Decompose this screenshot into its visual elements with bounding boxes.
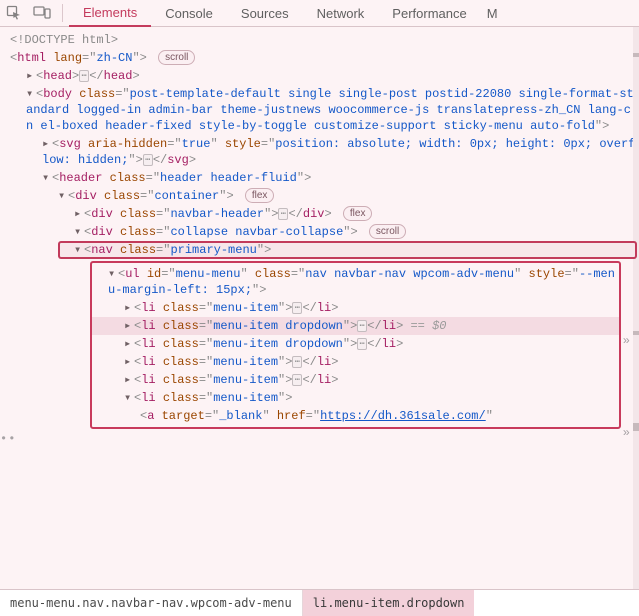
html-open-node[interactable]: <html lang="zh-CN"> scroll xyxy=(2,49,637,67)
nav-open-node[interactable]: ▾<nav class="primary-menu"> xyxy=(58,241,637,259)
ellipsis-icon[interactable]: ⋯ xyxy=(278,208,288,220)
collapse-arrow[interactable]: ▾ xyxy=(74,224,84,240)
collapse-arrow[interactable]: ▾ xyxy=(58,188,68,204)
toolbar-separator xyxy=(62,4,63,22)
expand-arrow[interactable]: ▸ xyxy=(124,354,134,370)
expand-arrow[interactable]: ▸ xyxy=(124,372,134,388)
scrollbar-overview[interactable] xyxy=(633,27,639,589)
anchor-node[interactable]: <a target="_blank" href="https://dh.361s… xyxy=(92,407,619,425)
ellipsis-icon[interactable]: ⋯ xyxy=(357,320,367,332)
expand-arrow[interactable]: ▸ xyxy=(124,300,134,316)
collapse-arrow[interactable]: ▾ xyxy=(124,390,134,406)
ellipsis-icon[interactable]: ⋯ xyxy=(292,374,302,386)
collapse-arrow[interactable]: ▾ xyxy=(108,266,118,282)
left-gutter-ellipsis: •• xyxy=(0,431,16,447)
tab-console[interactable]: Console xyxy=(151,0,227,27)
collapse-arrow[interactable]: ▾ xyxy=(42,170,52,186)
li-open-expanded-node[interactable]: ▾<li class="menu-item"> xyxy=(92,389,619,407)
tab-elements[interactable]: Elements xyxy=(69,0,151,27)
device-toggle-icon[interactable] xyxy=(28,0,56,27)
svg-node[interactable]: ▸<svg aria-hidden="true" style="position… xyxy=(2,135,637,169)
dom-tree[interactable]: <!DOCTYPE html> <html lang="zh-CN"> scro… xyxy=(0,27,639,437)
expand-arrow[interactable]: ▸ xyxy=(124,336,134,352)
breadcrumb-item[interactable]: menu-menu.nav.navbar-nav.wpcom-adv-menu xyxy=(0,590,302,616)
expand-arrow[interactable]: ▸ xyxy=(42,136,52,152)
ellipsis-icon[interactable]: ⋯ xyxy=(143,154,153,166)
elements-tree-panel: » » •• <!DOCTYPE html> <html lang="zh-CN… xyxy=(0,27,639,589)
header-open-node[interactable]: ▾<header class="header header-fluid"> xyxy=(2,169,637,187)
collapse-open-node[interactable]: ▾<div class="collapse navbar-collapse"> … xyxy=(2,223,637,241)
devtools-tabs: Elements Console Sources Network Perform… xyxy=(69,0,504,27)
ellipsis-icon[interactable]: ⋯ xyxy=(292,302,302,314)
highlighted-subtree: ▾<ul id="menu-menu" class="nav navbar-na… xyxy=(90,261,621,429)
gutter-marker: » xyxy=(623,333,630,349)
tab-network[interactable]: Network xyxy=(303,0,379,27)
ul-open-node[interactable]: ▾<ul id="menu-menu" class="nav navbar-na… xyxy=(92,265,619,299)
expand-arrow[interactable]: ▸ xyxy=(26,68,36,84)
inspect-icon[interactable] xyxy=(0,0,28,27)
expand-arrow[interactable]: ▸ xyxy=(124,318,134,334)
tab-more-cut[interactable]: M xyxy=(481,0,504,27)
expand-arrow[interactable]: ▸ xyxy=(74,206,84,222)
li-node[interactable]: ▸<li class="menu-item">⋯</li> xyxy=(92,371,619,389)
breadcrumb-item-selected[interactable]: li.menu-item.dropdown xyxy=(303,590,475,616)
scroll-badge[interactable]: scroll xyxy=(369,224,406,239)
ellipsis-icon[interactable]: ⋯ xyxy=(357,338,367,350)
flex-badge[interactable]: flex xyxy=(343,206,373,221)
li-node[interactable]: ▸<li class="menu-item">⋯</li> xyxy=(92,299,619,317)
li-dropdown-node[interactable]: ▸<li class="menu-item dropdown">⋯</li> xyxy=(92,335,619,353)
breadcrumb-bar: menu-menu.nav.navbar-nav.wpcom-adv-menu … xyxy=(0,589,639,616)
container-open-node[interactable]: ▾<div class="container"> flex xyxy=(2,187,637,205)
scroll-badge[interactable]: scroll xyxy=(158,50,195,65)
body-open-node[interactable]: ▾<body class="post-template-default sing… xyxy=(2,85,637,135)
ellipsis-icon[interactable]: ⋯ xyxy=(79,70,89,82)
ellipsis-icon[interactable]: ⋯ xyxy=(292,356,302,368)
head-node[interactable]: ▸<head>⋯</head> xyxy=(2,67,637,85)
doctype-node[interactable]: <!DOCTYPE html> xyxy=(2,31,637,49)
collapse-arrow[interactable]: ▾ xyxy=(74,242,84,258)
devtools-toolbar: Elements Console Sources Network Perform… xyxy=(0,0,639,27)
collapse-arrow[interactable]: ▾ xyxy=(26,86,36,102)
selected-node-marker: == $0 xyxy=(410,319,446,333)
flex-badge[interactable]: flex xyxy=(245,188,275,203)
tab-performance[interactable]: Performance xyxy=(378,0,480,27)
navbar-header-node[interactable]: ▸<div class="navbar-header">⋯</div> flex xyxy=(2,205,637,223)
li-dropdown-node-selected[interactable]: ▸<li class="menu-item dropdown">⋯</li> =… xyxy=(92,317,619,335)
tab-sources[interactable]: Sources xyxy=(227,0,303,27)
li-node[interactable]: ▸<li class="menu-item">⋯</li> xyxy=(92,353,619,371)
gutter-marker: » xyxy=(623,425,630,441)
